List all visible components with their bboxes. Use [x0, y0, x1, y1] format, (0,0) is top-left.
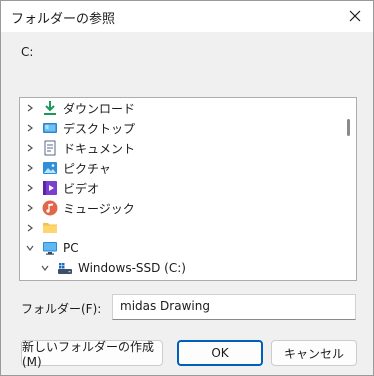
- tree-item-label: Windows-SSD (C:): [78, 261, 186, 275]
- tree-item-documents[interactable]: ドキュメント: [20, 138, 344, 158]
- chevron-down-icon[interactable]: [24, 242, 36, 254]
- chevron-right-icon[interactable]: [24, 202, 36, 214]
- drive-icon: [57, 260, 73, 276]
- tree-item-label: ダウンロード: [63, 101, 136, 116]
- tree-item-pc[interactable]: PC: [20, 238, 344, 258]
- tree-item-folder[interactable]: [20, 218, 344, 238]
- ok-button[interactable]: OK: [177, 340, 263, 366]
- documents-icon: [42, 140, 58, 156]
- tree-item-label: ドキュメント: [63, 141, 136, 156]
- scrollbar-thumb[interactable]: [347, 119, 350, 136]
- tree-item-downloads[interactable]: ダウンロード: [20, 98, 344, 118]
- pc-icon: [42, 240, 58, 256]
- videos-icon: [42, 180, 58, 196]
- tree-item-label: PC: [63, 241, 79, 255]
- tree-item-videos[interactable]: ビデオ: [20, 178, 344, 198]
- chevron-right-icon[interactable]: [24, 142, 36, 154]
- tree-item-label: ビデオ: [63, 181, 100, 196]
- tree-item-label: デスクトップ: [63, 121, 136, 136]
- chevron-right-icon[interactable]: [24, 222, 36, 234]
- music-icon: [42, 200, 58, 216]
- chevron-down-icon[interactable]: [39, 262, 51, 274]
- tree-item-windows-ssd[interactable]: Windows-SSD (C:): [20, 258, 356, 278]
- tree-item-desktop[interactable]: デスクトップ: [20, 118, 344, 138]
- folder-tree[interactable]: ダウンロード デスクトップ ドキュメント ピクチャ ビデオ ミュージック PC …: [19, 97, 357, 281]
- browse-folder-dialog: フォルダーの参照 C: ダウンロード デスクトップ ドキュメント ピクチャ ビデ…: [0, 0, 374, 376]
- title-bar: フォルダーの参照: [1, 1, 373, 32]
- desktop-icon: [42, 120, 58, 136]
- folder-name-input[interactable]: midas Drawing: [112, 294, 356, 320]
- folder-icon: [42, 220, 58, 236]
- close-button[interactable]: [343, 5, 367, 27]
- cancel-button[interactable]: キャンセル: [271, 340, 357, 366]
- tree-item-label: ミュージック: [63, 201, 135, 216]
- tree-item-pictures[interactable]: ピクチャ: [20, 158, 344, 178]
- tree-scrollbar[interactable]: [341, 98, 356, 280]
- tree-item-label: ピクチャ: [63, 161, 111, 176]
- dialog-prompt: C:: [21, 45, 34, 59]
- download-icon: [42, 100, 58, 116]
- pictures-icon: [42, 160, 58, 176]
- tree-item-music[interactable]: ミュージック: [20, 198, 344, 218]
- folder-field-label: フォルダー(F):: [21, 302, 102, 316]
- chevron-right-icon[interactable]: [24, 122, 36, 134]
- window-title: フォルダーの参照: [11, 12, 116, 27]
- chevron-right-icon[interactable]: [24, 102, 36, 114]
- close-icon: [349, 10, 361, 22]
- new-folder-button[interactable]: 新しいフォルダーの作成(M): [21, 340, 163, 369]
- chevron-right-icon[interactable]: [24, 182, 36, 194]
- chevron-right-icon[interactable]: [24, 162, 36, 174]
